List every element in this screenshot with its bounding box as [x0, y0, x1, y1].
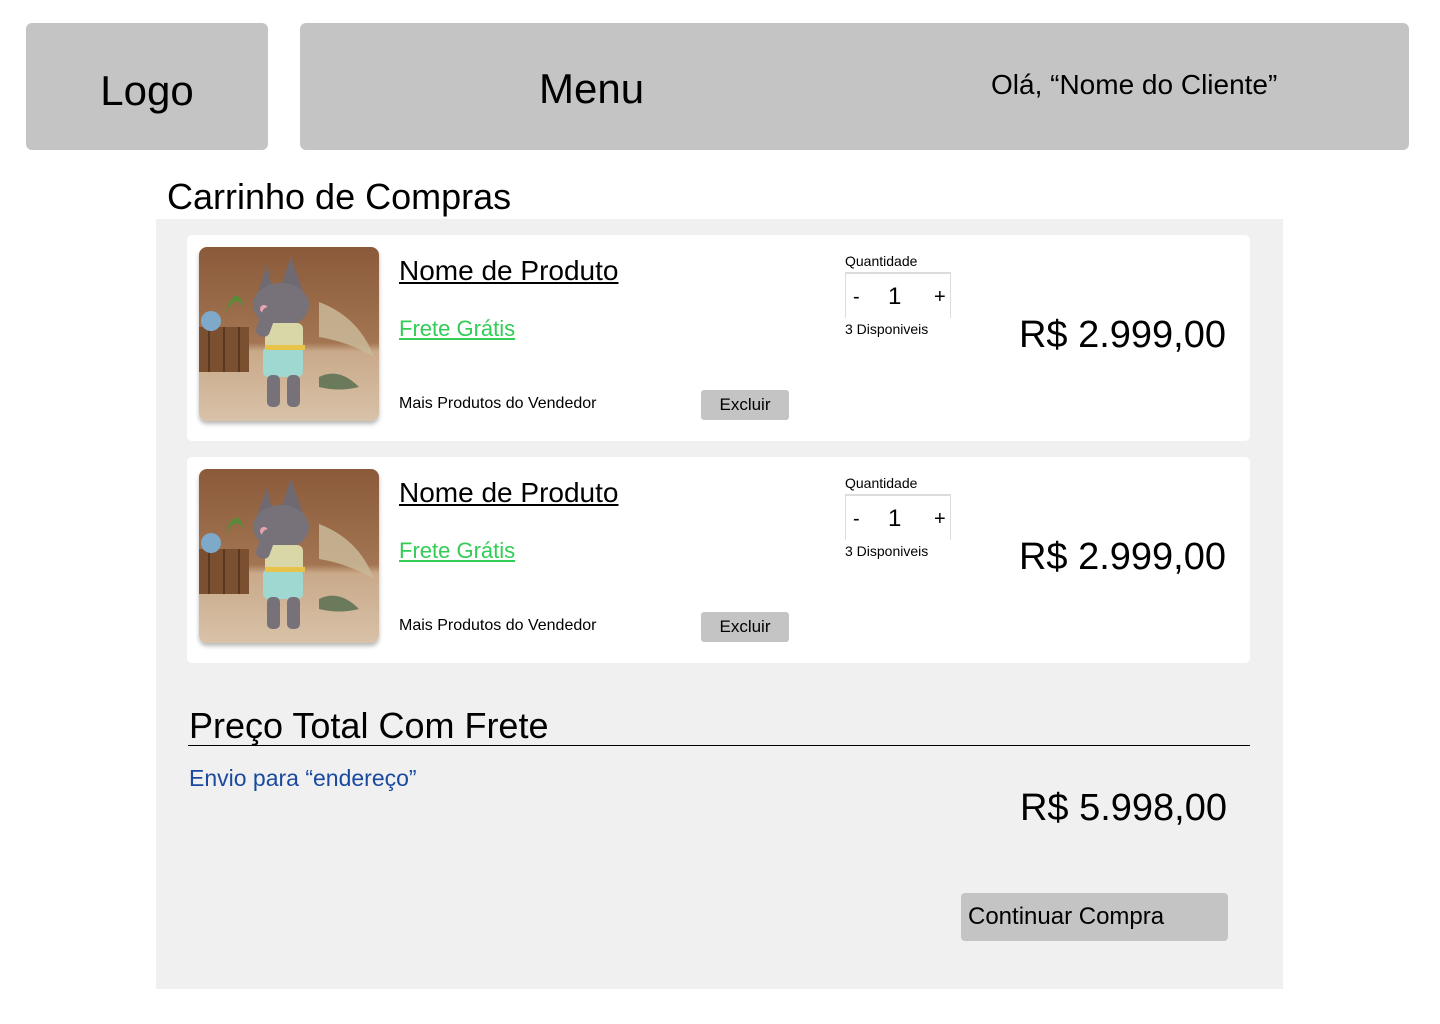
total-title: Preço Total Com Frete	[189, 705, 549, 746]
page-title: Carrinho de Compras	[167, 176, 512, 217]
product-name-link[interactable]: Nome de Produto	[399, 477, 618, 509]
customer-greeting[interactable]: Olá, “Nome do Cliente”	[991, 69, 1277, 101]
delete-item-button[interactable]: Excluir	[701, 612, 789, 642]
quantity-value[interactable]: 1	[888, 505, 901, 533]
quantity-decrement-button[interactable]: -	[853, 508, 860, 531]
quantity-decrement-button[interactable]: -	[853, 286, 860, 309]
available-stock: 3 Disponiveis	[845, 543, 929, 559]
crochet-toy-image	[199, 247, 379, 421]
logo-label: Logo	[100, 66, 194, 114]
quantity-label: Quantidade	[845, 475, 918, 491]
cart-panel: Nome de Produto Frete Grátis Mais Produt…	[156, 219, 1283, 989]
product-name-link[interactable]: Nome de Produto	[399, 255, 618, 287]
item-price: R$ 2.999,00	[1018, 314, 1226, 356]
quantity-label: Quantidade	[845, 253, 918, 269]
product-image[interactable]	[199, 247, 379, 421]
product-image[interactable]	[199, 469, 379, 643]
quantity-value[interactable]: 1	[888, 283, 901, 311]
quantity-stepper: - 1 +	[845, 494, 951, 540]
logo[interactable]: Logo	[26, 23, 268, 150]
item-price: R$ 2.999,00	[1018, 536, 1226, 578]
delete-item-button[interactable]: Excluir	[701, 390, 789, 420]
quantity-stepper: - 1 +	[845, 272, 951, 318]
divider	[188, 745, 1250, 746]
cart-item: Nome de Produto Frete Grátis Mais Produt…	[187, 457, 1250, 663]
seller-products-link[interactable]: Mais Produtos do Vendedor	[399, 395, 596, 413]
menu-button[interactable]: Menu	[539, 65, 644, 113]
available-stock: 3 Disponiveis	[845, 321, 929, 337]
seller-products-link[interactable]: Mais Produtos do Vendedor	[399, 617, 596, 635]
cart-item: Nome de Produto Frete Grátis Mais Produt…	[187, 235, 1250, 441]
quantity-increment-button[interactable]: +	[934, 508, 946, 531]
continue-purchase-button[interactable]: Continuar Compra	[961, 893, 1228, 941]
shipping-address-link[interactable]: Envio para “endereço”	[189, 765, 417, 792]
header-menu-bar: Menu Olá, “Nome do Cliente”	[300, 23, 1409, 150]
quantity-increment-button[interactable]: +	[934, 286, 946, 309]
free-shipping-link[interactable]: Frete Grátis	[399, 316, 515, 342]
crochet-toy-image	[199, 469, 379, 643]
free-shipping-link[interactable]: Frete Grátis	[399, 538, 515, 564]
total-price: R$ 5.998,00	[1019, 787, 1227, 829]
